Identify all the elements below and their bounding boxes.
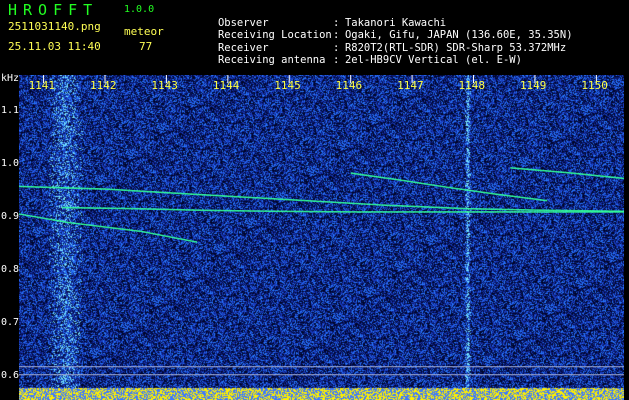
meteor-count-label: meteor	[124, 25, 164, 38]
station-info: Observer: Takanori Kawachi Receiving Loca…	[180, 4, 573, 67]
y-tick-label: 0.6	[1, 370, 20, 382]
info-separator: :	[332, 54, 340, 66]
y-tick-label: 0.9	[1, 211, 20, 223]
y-axis-label: kHz	[1, 73, 20, 84]
info-separator: :	[332, 41, 340, 54]
info-value: R820T2(RTL-SDR) SDR-Sharp 53.372MHz	[344, 41, 567, 54]
x-tick-label: 1150	[581, 79, 608, 92]
x-tick-label: 1146	[335, 79, 363, 92]
capture-datetime: 25.11.03 11:40	[8, 40, 101, 53]
info-key: Observer	[217, 16, 269, 29]
info-row-observer: Observer: Takanori Kawachi	[180, 4, 573, 29]
capture-filename: 2511031140.png	[8, 20, 101, 33]
y-tick-label: 0.8	[1, 264, 20, 276]
x-tick-label: 1141	[28, 79, 56, 92]
info-value: Ogaki, Gifu, JAPAN (136.60E, 35.35N)	[344, 29, 573, 41]
meteor-trace	[19, 213, 198, 243]
y-tick-label: 0.7	[1, 317, 20, 329]
app-title: HROFFT	[8, 1, 99, 19]
spectrogram-frame	[19, 75, 624, 400]
info-separator: :	[332, 16, 340, 29]
spectrogram-overlay	[19, 75, 624, 376]
x-tick-label: 1142	[89, 79, 117, 92]
meteor-count-value: 77	[139, 40, 153, 53]
info-key: Receiving Location	[217, 29, 332, 41]
meteor-trace	[510, 167, 624, 180]
header-panel: HROFFT 1.0.0 2511031140.png 25.11.03 11:…	[0, 0, 629, 75]
meteor-trace	[350, 172, 548, 202]
info-value: 2el-HB9CV Vertical (el. E-W)	[344, 54, 522, 66]
info-separator: :	[332, 29, 340, 41]
info-value: Takanori Kawachi	[344, 16, 447, 29]
y-tick-label: 1.1	[1, 105, 20, 117]
x-tick-label: 1148	[458, 79, 486, 92]
x-tick-label: 1147	[397, 79, 424, 92]
app-version: 1.0.0	[124, 4, 155, 15]
x-tick-label: 1144	[212, 79, 240, 92]
info-key: Receiver	[217, 41, 269, 54]
x-tick-label: 1143	[151, 79, 178, 92]
info-key: Receiving antenna	[217, 54, 326, 66]
x-tick-label: 1149	[519, 79, 547, 92]
x-tick-label: 1145	[274, 79, 301, 92]
y-tick-label: 1.0	[1, 158, 20, 170]
